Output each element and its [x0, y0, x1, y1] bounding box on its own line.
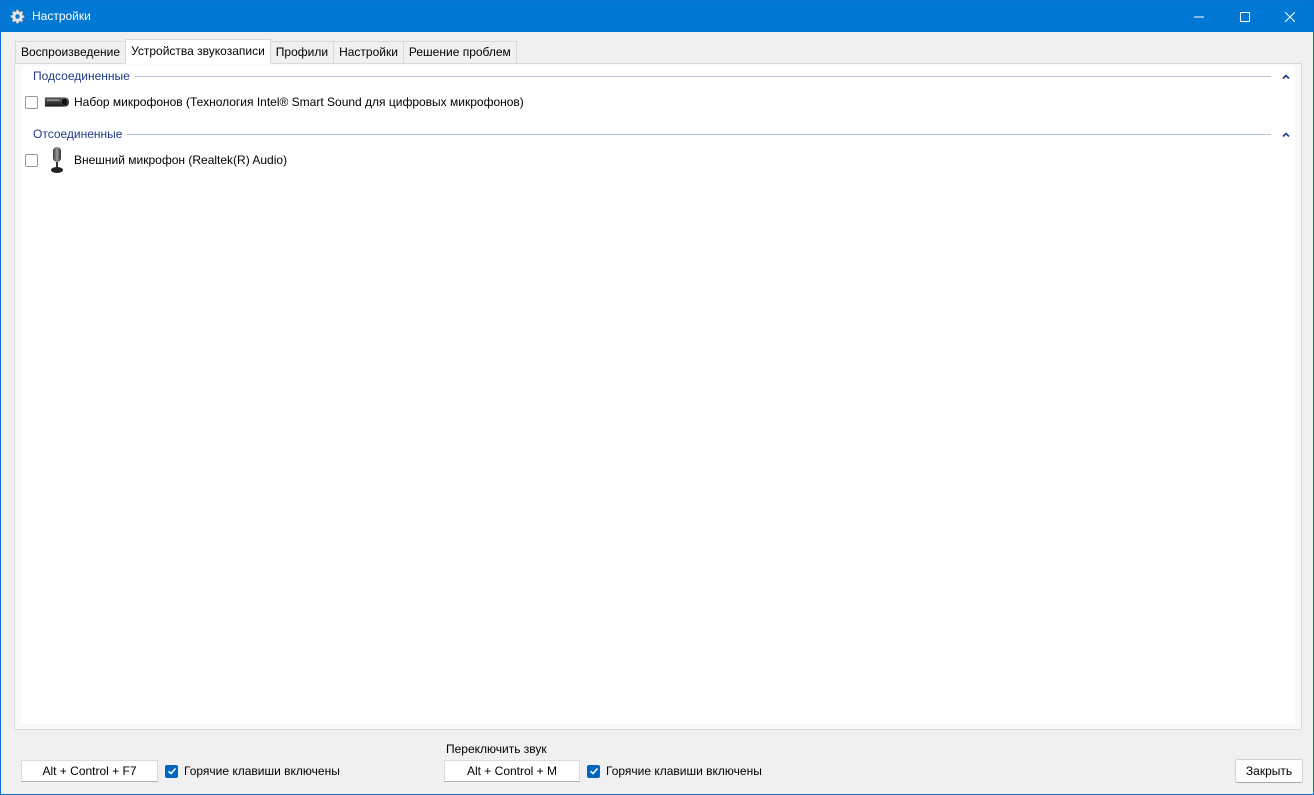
gear-icon [10, 9, 25, 24]
toggle-sound-label: Переключить звук [446, 742, 547, 756]
device-checkbox[interactable] [25, 153, 38, 167]
list-item[interactable]: Набор микрофонов (Технология Intel® Smar… [25, 90, 524, 114]
list-item[interactable]: Внешний микрофон (Realtek(R) Audio) [25, 147, 288, 173]
device-checkbox[interactable] [25, 95, 38, 109]
device-label: Внешний микрофон (Realtek(R) Audio) [74, 153, 288, 167]
checkbox-label: Горячие клавиши включены [184, 764, 340, 778]
tab-playback[interactable]: Воспроизведение [15, 41, 127, 63]
title-bar[interactable]: Настройки [1, 1, 1313, 32]
checkmark-icon[interactable] [587, 764, 600, 778]
chevron-up-icon[interactable] [1281, 71, 1291, 81]
group-header-disconnected[interactable]: Отсоединенные [33, 126, 1291, 142]
microphone-array-icon [44, 90, 70, 114]
close-button[interactable]: Закрыть [1235, 759, 1303, 783]
hotkeys-enabled-checkbox[interactable]: Горячие клавиши включены [587, 764, 762, 778]
tab-recording-devices[interactable]: Устройства звукозаписи [125, 39, 271, 64]
tab-troubleshooting[interactable]: Решение проблем [402, 41, 517, 63]
device-label: Набор микрофонов (Технология Intel® Smar… [74, 95, 524, 109]
minimize-icon [1194, 16, 1204, 17]
minimize-button[interactable] [1176, 1, 1222, 32]
checkbox-label: Горячие клавиши включены [606, 764, 762, 778]
hotkey-input[interactable]: Alt + Control + M [444, 760, 580, 782]
group-header-connected[interactable]: Подсоединенные [33, 68, 1291, 84]
close-icon [1285, 11, 1295, 22]
window-title: Настройки [32, 9, 91, 23]
tab-panel: Подсоединенные Набор микрофонов (Техноло… [14, 63, 1302, 730]
maximize-button[interactable] [1222, 1, 1268, 32]
tab-strip: Воспроизведение Устройства звукозаписи П… [15, 39, 517, 64]
settings-window: Настройки Воспроизведение Устройства зву… [0, 0, 1314, 795]
tab-settings[interactable]: Настройки [333, 41, 404, 63]
hotkey-input[interactable]: Alt + Control + F7 [21, 760, 158, 782]
maximize-icon [1240, 11, 1250, 22]
group-divider [135, 76, 1271, 77]
chevron-up-icon[interactable] [1281, 129, 1291, 139]
checkmark-icon[interactable] [165, 764, 178, 778]
close-window-button[interactable] [1267, 1, 1313, 32]
device-list: Подсоединенные Набор микрофонов (Техноло… [21, 66, 1295, 724]
group-label: Отсоединенные [33, 127, 123, 141]
hotkeys-enabled-checkbox[interactable]: Горячие клавиши включены [165, 764, 340, 778]
tab-profiles[interactable]: Профили [269, 41, 335, 63]
microphone-icon [44, 147, 70, 173]
group-label: Подсоединенные [33, 69, 130, 83]
group-divider [127, 134, 1271, 135]
